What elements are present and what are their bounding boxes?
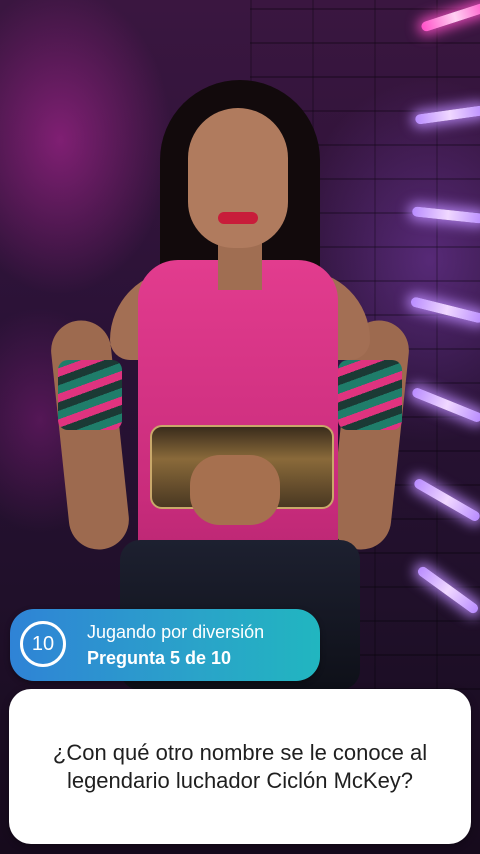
question-progress-label: Pregunta 5 de 10 bbox=[87, 648, 232, 668]
question-card: ¿Con qué otro nombre se le conoce al leg… bbox=[9, 689, 471, 844]
presenter-image bbox=[40, 70, 420, 690]
question-text: ¿Con qué otro nombre se le conoce al leg… bbox=[52, 739, 428, 793]
game-mode-label: Jugando por diversión bbox=[87, 622, 265, 642]
game-status-pill: 10 Jugando por diversión Pregunta 5 de 1… bbox=[10, 609, 320, 681]
timer-value: 10 bbox=[31, 632, 55, 655]
countdown-timer-icon: 10 bbox=[20, 621, 66, 667]
quiz-screen: 10 Jugando por diversión Pregunta 5 de 1… bbox=[0, 0, 480, 854]
